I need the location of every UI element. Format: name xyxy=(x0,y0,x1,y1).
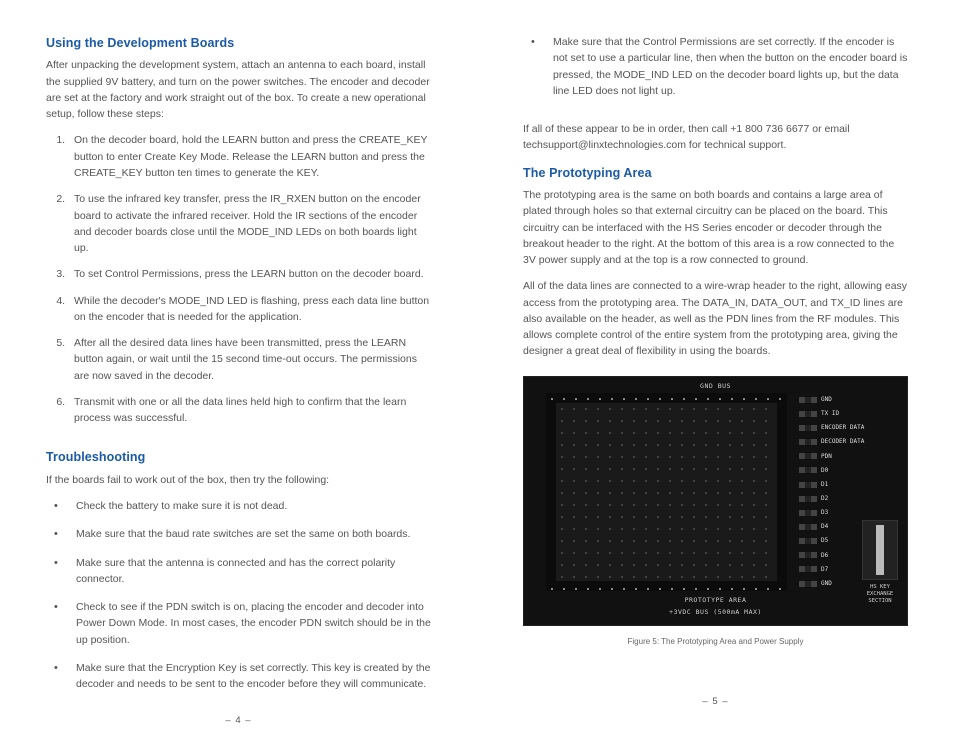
troubleshooting-intro: If the boards fail to work out of the bo… xyxy=(46,472,431,488)
silk-proto-area: PROTOTYPE AREA xyxy=(524,595,907,605)
learn-switch xyxy=(862,520,898,580)
tip: Make sure that the Encryption Key is set… xyxy=(68,660,431,693)
setup-steps: On the decoder board, hold the LEARN but… xyxy=(46,132,431,436)
tip: Make sure that the antenna is connected … xyxy=(68,555,431,588)
left-column: Using the Development Boards After unpac… xyxy=(0,0,477,738)
heading-using-boards: Using the Development Boards xyxy=(46,34,431,53)
figure-caption: Figure 5: The Prototyping Area and Power… xyxy=(523,636,908,648)
step: Transmit with one or all the data lines … xyxy=(68,394,431,427)
key-exchange-section: HS KEY EXCHANGE SECTION xyxy=(857,393,903,609)
contact-info: If all of these appear to be in order, t… xyxy=(523,121,908,154)
step: While the decoder's MODE_IND LED is flas… xyxy=(68,293,431,326)
page-number: – 4 – xyxy=(46,714,431,729)
troubleshooting-list: Check the battery to make sure it is not… xyxy=(46,498,431,704)
tip: Make sure that the Control Permissions a… xyxy=(545,34,908,99)
tip: Check to see if the PDN switch is on, pl… xyxy=(68,599,431,648)
silk-3v-bus: +3VDC BUS (500mA MAX) xyxy=(524,607,907,617)
heading-prototyping: The Prototyping Area xyxy=(523,164,908,183)
heading-troubleshooting: Troubleshooting xyxy=(46,448,431,467)
page-number: – 5 – xyxy=(523,695,908,710)
tip: Make sure that the baud rate switches ar… xyxy=(68,526,431,542)
silk-gnd-bus: GND BUS xyxy=(524,381,907,391)
intro-text: After unpacking the development system, … xyxy=(46,57,431,122)
step: To use the infrared key transfer, press … xyxy=(68,191,431,256)
proto-hole-grid xyxy=(546,393,787,591)
figure-prototyping-area: GND BUS GND TX ID ENCODER DATA DECODER D… xyxy=(523,376,908,626)
proto-para1: The prototyping area is the same on both… xyxy=(523,187,908,268)
step: To set Control Permissions, press the LE… xyxy=(68,266,431,282)
tip: Check the battery to make sure it is not… xyxy=(68,498,431,514)
proto-para2: All of the data lines are connected to a… xyxy=(523,278,908,359)
step: On the decoder board, hold the LEARN but… xyxy=(68,132,431,181)
troubleshooting-continued: Make sure that the Control Permissions a… xyxy=(523,34,908,111)
right-column: Make sure that the Control Permissions a… xyxy=(477,0,954,738)
step: After all the desired data lines have be… xyxy=(68,335,431,384)
